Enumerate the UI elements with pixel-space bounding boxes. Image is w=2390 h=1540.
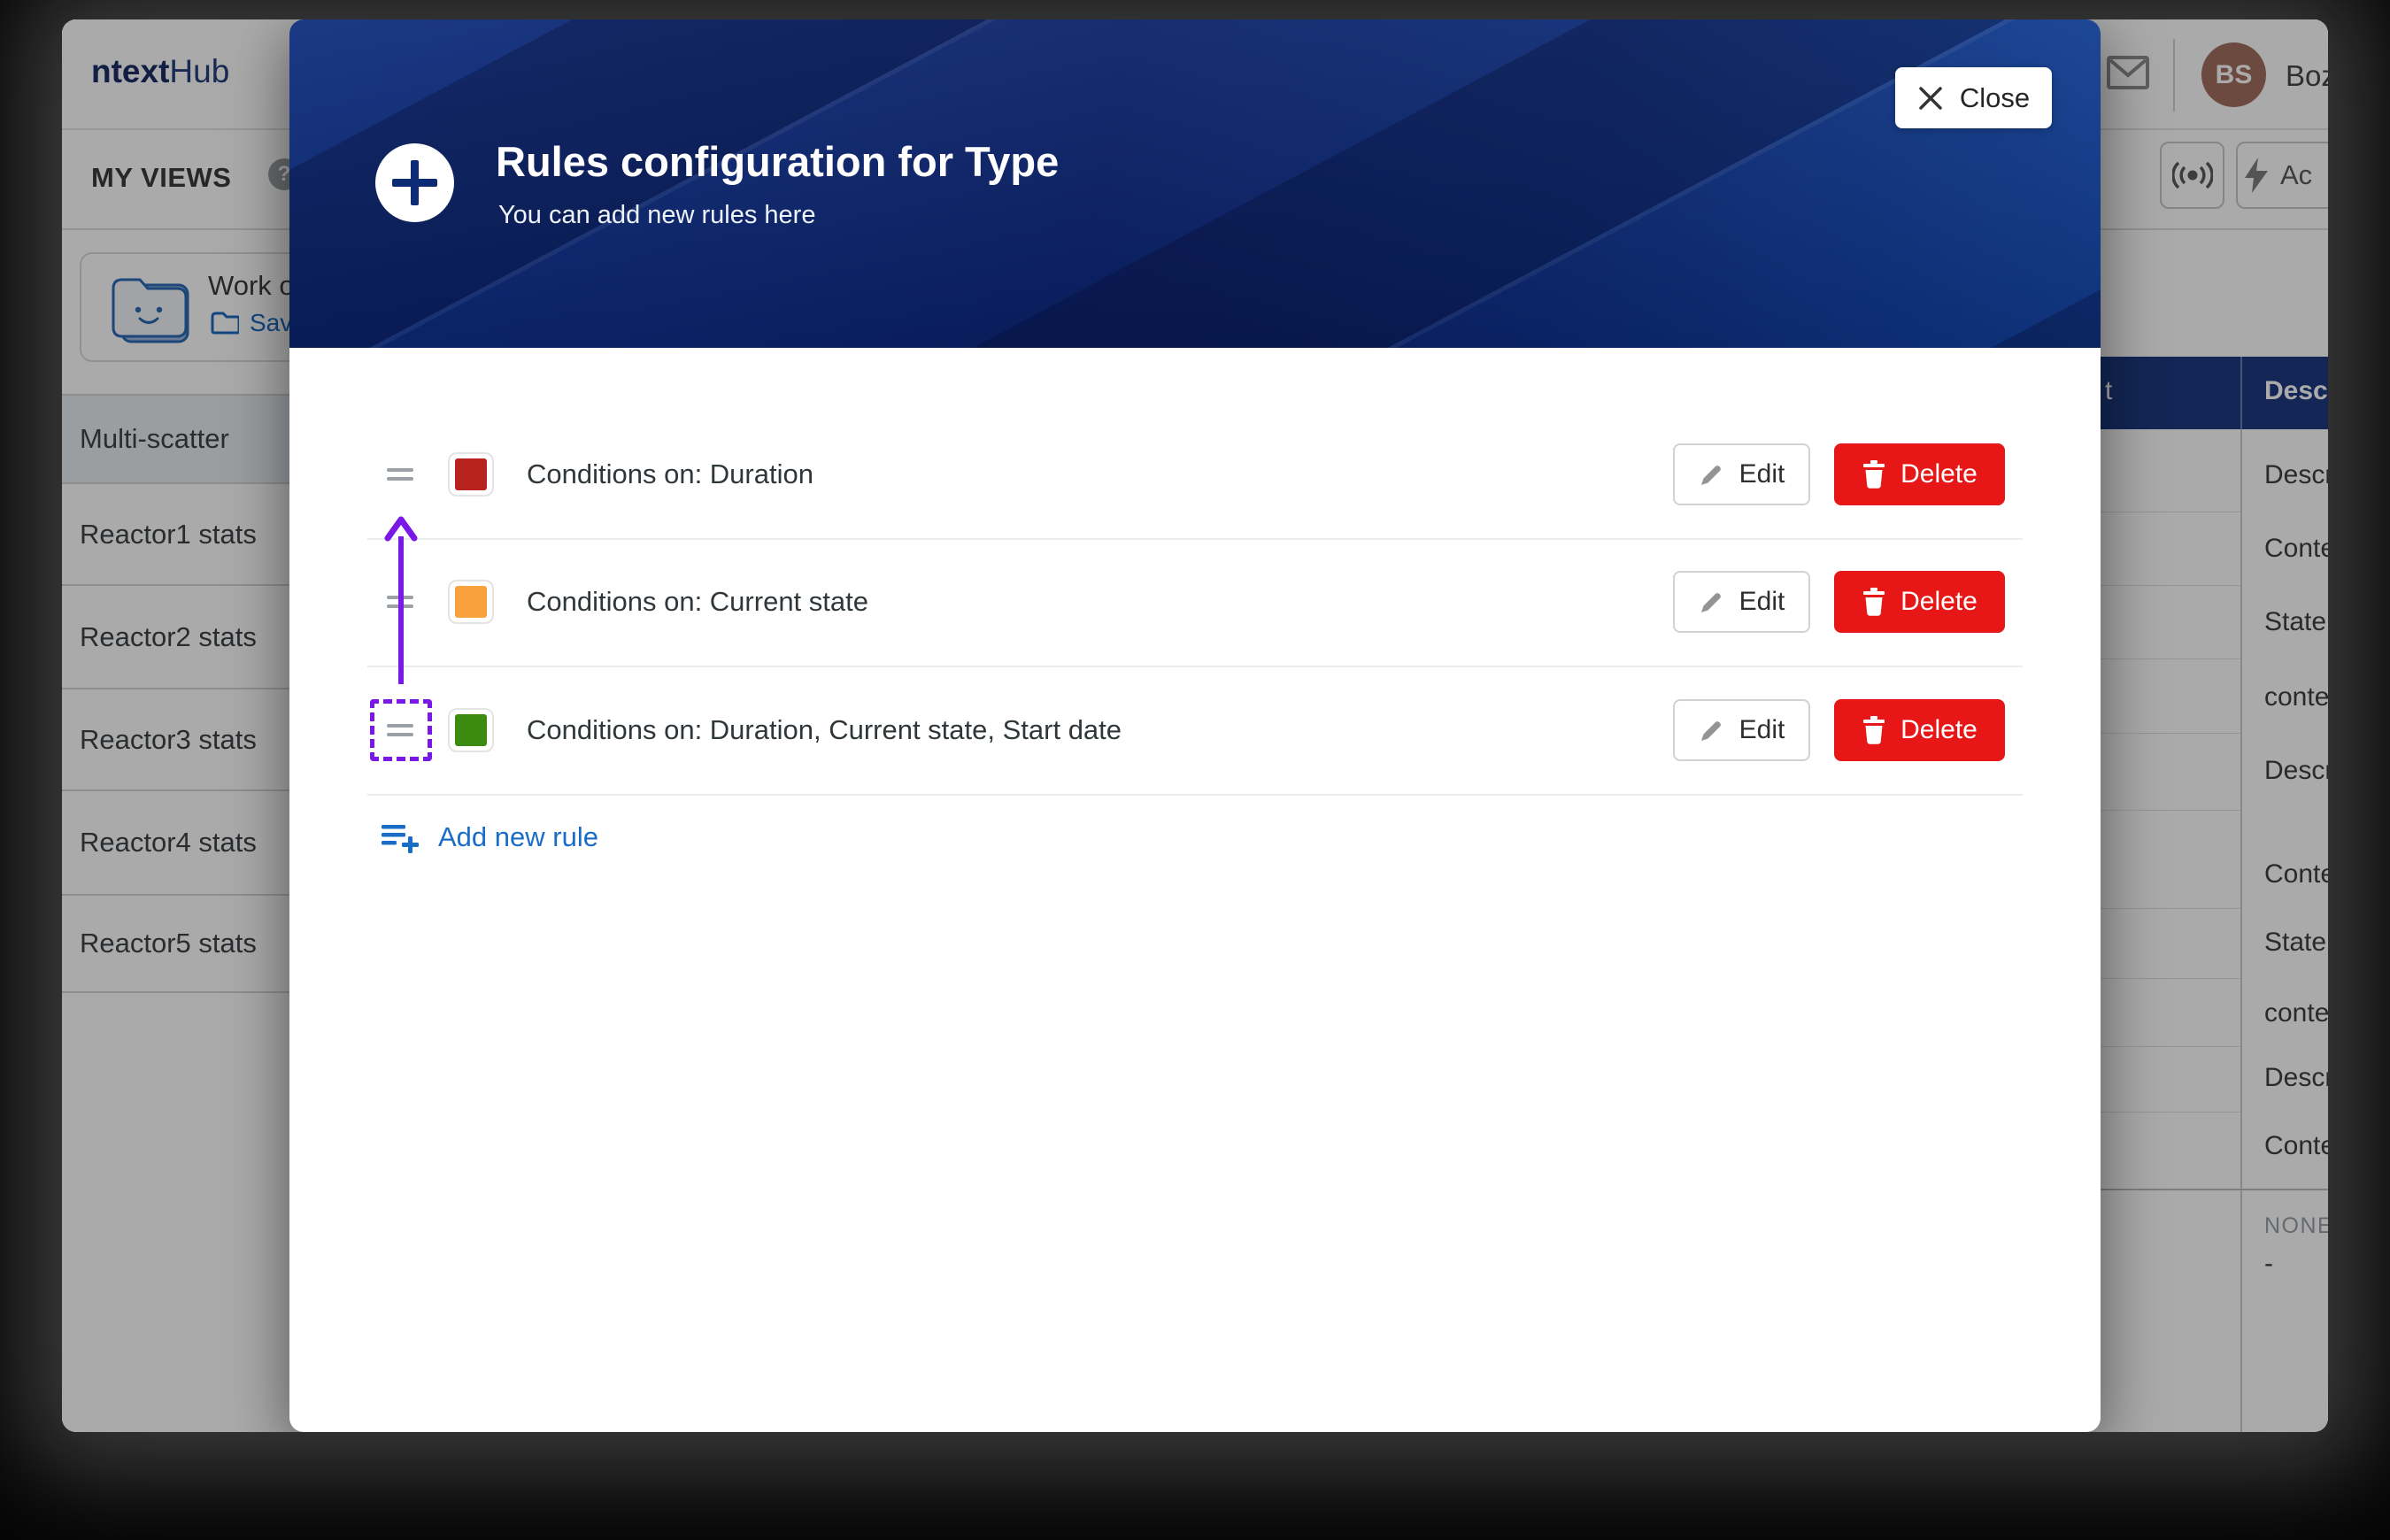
rule-label: Conditions on: Current state — [527, 586, 868, 618]
pencil-icon — [1699, 589, 1725, 615]
color-square-orange — [455, 586, 487, 618]
close-button-label: Close — [1960, 82, 2030, 114]
delete-button-label: Delete — [1900, 587, 1978, 617]
rule-label: Conditions on: Duration — [527, 458, 813, 490]
annotation-selection-box — [370, 699, 432, 761]
plus-circle-icon — [375, 143, 454, 222]
delete-button-label: Delete — [1900, 715, 1978, 745]
edit-button[interactable]: Edit — [1673, 699, 1810, 761]
edit-button-label: Edit — [1739, 715, 1785, 745]
color-square-green — [455, 714, 487, 746]
edit-button[interactable]: Edit — [1673, 571, 1810, 633]
dialog-header: Rules configuration for Type You can add… — [289, 19, 2101, 348]
edit-button[interactable]: Edit — [1673, 443, 1810, 505]
trash-icon — [1862, 460, 1886, 489]
rule-color-swatch[interactable] — [448, 452, 494, 497]
annotation-arrow-head — [384, 515, 418, 542]
pencil-icon — [1699, 717, 1725, 743]
edit-button-label: Edit — [1739, 587, 1785, 617]
dialog-subtitle: You can add new rules here — [498, 201, 815, 230]
add-new-rule-link[interactable]: Add new rule — [382, 804, 598, 871]
delete-button[interactable]: Delete — [1834, 443, 2005, 505]
rule-row-3: Conditions on: Duration, Current state, … — [289, 666, 2101, 794]
close-button[interactable]: Close — [1895, 67, 2052, 128]
dialog-title: Rules configuration for Type — [496, 137, 1059, 186]
rule-label: Conditions on: Duration, Current state, … — [527, 714, 1122, 746]
rule-row-2: Conditions on: Current state Edit Delete — [289, 538, 2101, 666]
rule-color-swatch[interactable] — [448, 708, 494, 752]
trash-icon — [1862, 716, 1886, 744]
annotation-arrow-line — [398, 536, 404, 684]
app-window: ntextHub BS Boz MY VIEWS ? Ac — [62, 19, 2328, 1432]
rule-color-swatch[interactable] — [448, 580, 494, 624]
add-new-rule-label: Add new rule — [438, 821, 598, 853]
rule-divider — [367, 794, 2023, 796]
rule-row-1: Conditions on: Duration Edit Delete — [289, 411, 2101, 538]
color-square-red — [455, 458, 487, 490]
trash-icon — [1862, 588, 1886, 616]
rules-configuration-dialog: Rules configuration for Type You can add… — [289, 19, 2101, 1432]
delete-button[interactable]: Delete — [1834, 571, 2005, 633]
playlist-add-icon — [382, 821, 420, 853]
pencil-icon — [1699, 461, 1725, 488]
drag-handle-icon[interactable] — [387, 468, 413, 481]
delete-button[interactable]: Delete — [1834, 699, 2005, 761]
delete-button-label: Delete — [1900, 459, 1978, 489]
close-icon — [1917, 85, 1944, 112]
edit-button-label: Edit — [1739, 459, 1785, 489]
